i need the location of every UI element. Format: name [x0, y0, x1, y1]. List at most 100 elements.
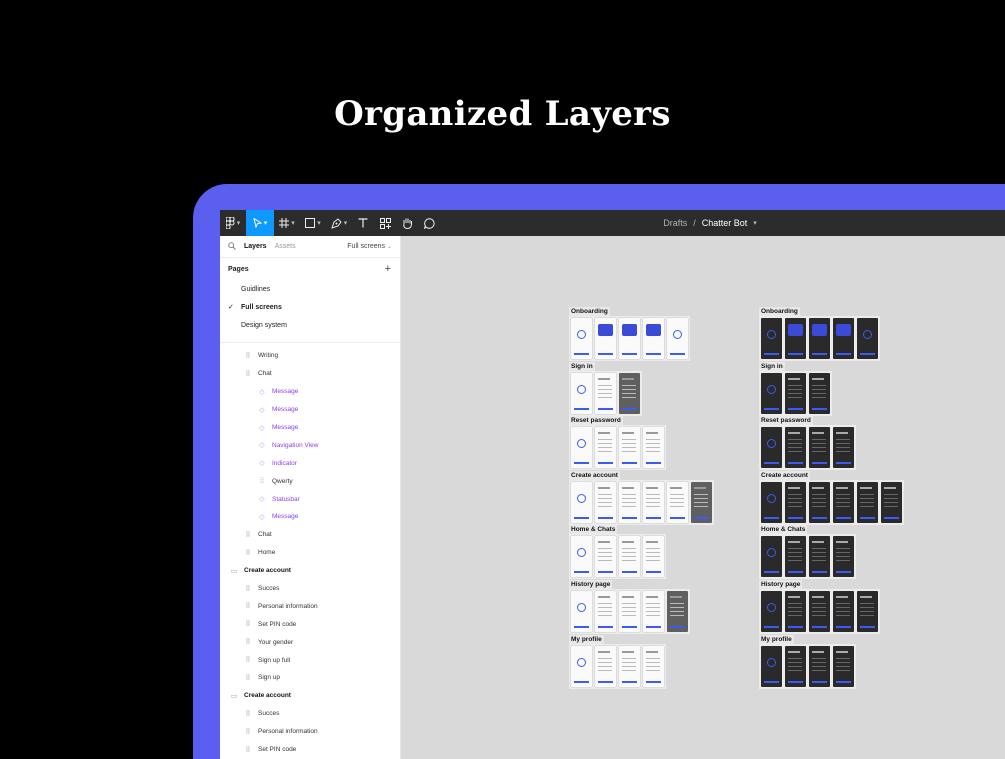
screen-thumbnail[interactable] — [643, 427, 664, 469]
screen-thumbnail[interactable] — [833, 591, 854, 632]
screen-thumbnail[interactable] — [761, 536, 782, 578]
screen-thumbnail[interactable] — [785, 536, 806, 578]
screen-thumbnail[interactable] — [595, 481, 616, 523]
screen-thumbnail[interactable] — [595, 372, 616, 414]
screen-thumbnail[interactable] — [595, 427, 616, 469]
screen-thumbnail[interactable] — [643, 591, 664, 632]
screen-thumbnail[interactable] — [619, 536, 640, 578]
screen-thumbnail[interactable] — [619, 372, 640, 414]
screen-thumbnail[interactable] — [809, 372, 830, 414]
layer-item[interactable]: ⠿ Personal information — [220, 597, 400, 615]
screen-thumbnail[interactable] — [571, 427, 592, 469]
components-icon[interactable] — [374, 210, 396, 236]
layer-item[interactable]: ⁞⁞ Qwerty — [220, 472, 400, 490]
layer-item[interactable]: ▭ Create account — [220, 687, 400, 705]
layer-item[interactable]: ⠿ Chat — [220, 365, 400, 383]
section-label[interactable]: Onboarding — [569, 307, 610, 316]
screen-thumbnail[interactable] — [785, 591, 806, 632]
page-item[interactable]: Guidlines — [220, 280, 400, 298]
layer-item[interactable]: ◇ Message — [220, 508, 400, 526]
screen-thumbnail[interactable] — [809, 481, 830, 523]
screen-thumbnail[interactable] — [619, 481, 640, 523]
hand-tool-icon[interactable] — [396, 210, 418, 236]
page-item[interactable]: Design system — [220, 316, 400, 334]
section-label[interactable]: Sign in — [569, 361, 595, 371]
layer-item[interactable]: ⠿ Chat — [220, 526, 400, 544]
canvas[interactable]: Onboarding Sign in Reset password Create ac… — [401, 236, 1005, 759]
layer-item[interactable]: ⠿ Home — [220, 544, 400, 562]
screen-thumbnail[interactable] — [571, 645, 592, 687]
screen-thumbnail[interactable] — [595, 318, 616, 359]
section-label[interactable]: Create account — [759, 470, 810, 480]
screen-thumbnail[interactable] — [595, 591, 616, 632]
current-page-selector[interactable]: Full screens ⌄ — [347, 243, 392, 250]
screen-thumbnail[interactable] — [881, 481, 902, 523]
screen-thumbnail[interactable] — [833, 427, 854, 469]
layer-item[interactable]: ◇ Statusbar — [220, 490, 400, 508]
screen-thumbnail[interactable] — [667, 318, 688, 359]
screen-thumbnail[interactable] — [643, 536, 664, 578]
screen-thumbnail[interactable] — [571, 318, 592, 359]
screen-thumbnail[interactable] — [643, 318, 664, 359]
layer-item[interactable]: ⠿ Set PIN code — [220, 741, 400, 759]
breadcrumb-file[interactable]: Chatter Bot — [702, 218, 748, 228]
layer-item[interactable]: ⠿ Succes — [220, 705, 400, 723]
shape-tool-icon[interactable]: ▾ — [300, 210, 326, 236]
screen-thumbnail[interactable] — [809, 318, 830, 359]
screen-thumbnail[interactable] — [785, 645, 806, 687]
screen-thumbnail[interactable] — [785, 318, 806, 359]
layer-item[interactable]: ◇ Navigation View — [220, 436, 400, 454]
section-label[interactable]: Home & Chats — [569, 525, 618, 535]
tab-assets[interactable]: Assets — [275, 243, 296, 250]
screen-thumbnail[interactable] — [785, 427, 806, 469]
section-label[interactable]: Home & Chats — [759, 525, 808, 535]
screen-thumbnail[interactable] — [785, 481, 806, 523]
chevron-down-icon[interactable]: ▾ — [753, 219, 757, 227]
screen-thumbnail[interactable] — [809, 645, 830, 687]
section-label[interactable]: My profile — [759, 634, 794, 644]
screen-thumbnail[interactable] — [857, 591, 878, 632]
section-label[interactable]: History page — [759, 580, 803, 589]
screen-thumbnail[interactable] — [857, 481, 878, 523]
screen-thumbnail[interactable] — [571, 536, 592, 578]
screen-thumbnail[interactable] — [809, 427, 830, 469]
layer-item[interactable]: ⠿ Set PIN code — [220, 615, 400, 633]
comment-icon[interactable] — [418, 210, 440, 236]
screen-thumbnail[interactable] — [619, 591, 640, 632]
screen-thumbnail[interactable] — [833, 481, 854, 523]
layer-item[interactable]: ◇ Indicator — [220, 454, 400, 472]
pen-tool-icon[interactable]: ▾ — [326, 210, 352, 236]
screen-thumbnail[interactable] — [761, 591, 782, 632]
layer-item[interactable]: ◇ Message — [220, 419, 400, 437]
move-tool-icon[interactable]: ▾ — [246, 210, 274, 236]
section-label[interactable]: History page — [569, 580, 613, 589]
screen-thumbnail[interactable] — [667, 591, 688, 632]
screen-thumbnail[interactable] — [833, 645, 854, 687]
layer-item[interactable]: ▭ Create account — [220, 562, 400, 580]
screen-thumbnail[interactable] — [619, 427, 640, 469]
screen-thumbnail[interactable] — [809, 591, 830, 632]
figma-menu-icon[interactable]: ▾ — [220, 210, 246, 236]
layer-item[interactable]: ⠿ Sign up — [220, 669, 400, 687]
section-label[interactable]: Reset password — [569, 416, 623, 426]
screen-thumbnail[interactable] — [761, 427, 782, 469]
screen-thumbnail[interactable] — [857, 318, 878, 359]
layer-item[interactable]: ⠿ Your gender — [220, 633, 400, 651]
screen-thumbnail[interactable] — [761, 318, 782, 359]
page-item[interactable]: ✓ Full screens — [220, 298, 400, 316]
screen-thumbnail[interactable] — [595, 645, 616, 687]
screen-thumbnail[interactable] — [571, 591, 592, 632]
frame-tool-icon[interactable]: ▾ — [274, 210, 300, 236]
section-label[interactable]: Create account — [569, 470, 620, 480]
screen-thumbnail[interactable] — [595, 536, 616, 578]
screen-thumbnail[interactable] — [619, 318, 640, 359]
layer-item[interactable]: ◇ Message — [220, 383, 400, 401]
screen-thumbnail[interactable] — [761, 372, 782, 414]
layer-item[interactable]: ⠿ Sign up full — [220, 651, 400, 669]
search-icon[interactable] — [228, 241, 236, 252]
screen-thumbnail[interactable] — [619, 645, 640, 687]
layer-item[interactable]: ⠿ Succes — [220, 580, 400, 598]
screen-thumbnail[interactable] — [833, 318, 854, 359]
screen-thumbnail[interactable] — [571, 481, 592, 523]
layer-item[interactable]: ◇ Message — [220, 401, 400, 419]
